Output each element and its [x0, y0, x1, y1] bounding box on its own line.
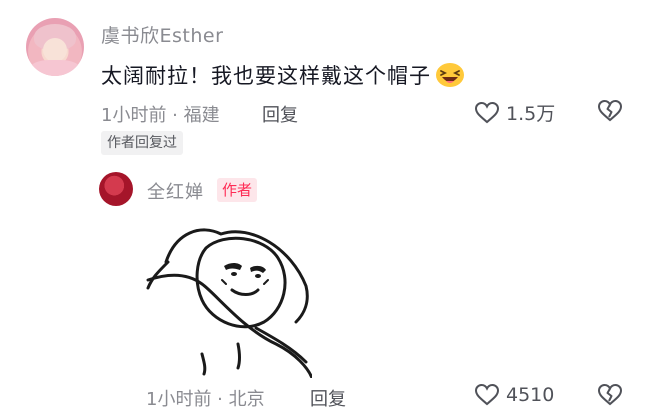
author-username[interactable]: 全红婵 [147, 178, 204, 204]
reply-like-button[interactable]: 4510 [474, 383, 554, 407]
cartoon-sticker-image[interactable] [146, 218, 312, 378]
author-avatar[interactable] [99, 172, 133, 206]
author-badge: 作者 [217, 178, 258, 202]
broken-heart-icon[interactable] [597, 99, 623, 123]
commenter-avatar[interactable] [26, 18, 84, 76]
comment-text-content: 太阔耐拉！我也要这样戴这个帽子 [101, 64, 431, 88]
heart-outline-icon [474, 383, 500, 406]
comment-time-location: 1小时前 · 福建 [101, 105, 220, 126]
reply-reply-button[interactable]: 回复 [310, 385, 346, 411]
comment-reply-button[interactable]: 回复 [262, 101, 298, 127]
comment-like-count: 1.5万 [506, 103, 556, 125]
commenter-username[interactable]: 虞书欣Esther [101, 21, 223, 48]
reply-like-count: 4510 [506, 384, 555, 406]
broken-heart-icon[interactable] [597, 383, 623, 407]
reply-time-location: 1小时前 · 北京 [146, 389, 265, 410]
comment-text: 太阔耐拉！我也要这样戴这个帽子 [101, 60, 465, 90]
grinning-squinting-face-icon [436, 63, 464, 87]
comment-like-button[interactable]: 1.5万 [474, 99, 555, 126]
heart-outline-icon [474, 101, 500, 123]
author-replied-tag: 作者回复过 [101, 131, 183, 155]
